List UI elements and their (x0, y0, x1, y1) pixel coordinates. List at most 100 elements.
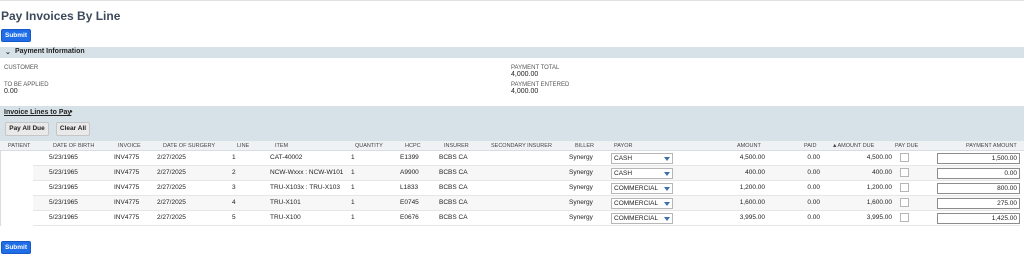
hcpc-cell: A9900 (400, 169, 419, 176)
col-hcpc[interactable]: HCPC (405, 143, 421, 149)
line-cell: 3 (232, 184, 236, 191)
paid-cell: 0.00 (807, 199, 820, 206)
col-insurer[interactable]: INSURER (444, 143, 469, 149)
payment-amount-input[interactable]: 1,500.00 (937, 153, 1020, 164)
payor-select[interactable]: COMMERCIAL (611, 213, 673, 224)
payment-amount-input[interactable]: 0.00 (937, 168, 1020, 179)
col-quantity[interactable]: QUANTITY (355, 143, 383, 149)
payor-value: COMMERCIAL (614, 215, 659, 222)
col-pay-due[interactable]: PAY DUE (895, 143, 918, 149)
amount-cell: 400.00 (745, 169, 765, 176)
col-item[interactable]: ITEM (275, 143, 288, 149)
chevron-down-icon: ⌄ (5, 49, 11, 56)
amount-cell: 3,995.00 (739, 214, 765, 221)
insurer-cell: BCBS CA (439, 169, 468, 176)
line-cell: 4 (232, 199, 236, 206)
payment-amount-input[interactable]: 275.00 (937, 198, 1020, 209)
pay-due-checkbox[interactable] (900, 153, 909, 162)
hcpc-cell: L1833 (400, 184, 419, 191)
customer-label: CUSTOMER (4, 65, 39, 71)
chevron-down-icon (664, 172, 670, 176)
dob-cell: 5/23/1965 (49, 169, 78, 176)
insurer-cell: BCBS CA (439, 184, 468, 191)
dob-cell: 5/23/1965 (49, 184, 78, 191)
col-payor[interactable]: PAYOR (614, 143, 632, 149)
biller-cell: Synergy (569, 169, 593, 176)
amount-due-cell: 1,200.00 (866, 184, 892, 191)
col-amount[interactable]: AMOUNT (737, 143, 761, 149)
invoice-lines-title: Invoice Lines to Pay (4, 109, 72, 116)
payment-entered-value: 4,000.00 (511, 88, 539, 95)
payor-select[interactable]: CASH (611, 168, 673, 179)
biller-cell: Synergy (569, 214, 593, 221)
top-divider (0, 0, 1024, 1)
payor-select[interactable]: COMMERCIAL (611, 198, 673, 209)
quantity-cell: 1 (351, 184, 355, 191)
table-row: 5/23/1965 INV4775 2/27/2025 1 CAT-40002 … (33, 151, 1020, 166)
payor-value: CASH (614, 170, 633, 177)
payment-info-title: Payment Information (15, 48, 85, 55)
item-cell: TRU-X101 (270, 199, 301, 206)
amount-due-cell: 400.00 (872, 169, 892, 176)
amount-cell: 4,500.00 (739, 154, 765, 161)
to-be-applied-value: 0.00 (4, 88, 18, 95)
surgery-date-cell: 2/27/2025 (157, 184, 186, 191)
table-row: 5/23/1965 INV4775 2/27/2025 3 TRU-X103x … (33, 181, 1020, 196)
submit-button-bottom[interactable]: Submit (1, 241, 31, 254)
paid-cell: 0.00 (807, 169, 820, 176)
payment-total-value: 4,000.00 (511, 71, 539, 78)
invoice-cell: INV4775 (114, 169, 140, 176)
payor-value: COMMERCIAL (614, 185, 659, 192)
surgery-date-cell: 2/27/2025 (157, 199, 186, 206)
col-amount-due[interactable]: ▲AMOUNT DUE (832, 143, 874, 149)
submit-button-top[interactable]: Submit (1, 29, 31, 42)
amount-cell: 1,600.00 (739, 199, 765, 206)
patient-column-strip (0, 151, 33, 226)
col-biller[interactable]: BILLER (575, 143, 594, 149)
table-row: 5/23/1965 INV4775 2/27/2025 5 TRU-X100 1… (33, 211, 1020, 226)
col-secondary-insurer[interactable]: SECONDARY INSURER (491, 143, 552, 149)
table-row: 5/23/1965 INV4775 2/27/2025 2 NCW-Wxxx :… (33, 166, 1020, 181)
dob-cell: 5/23/1965 (49, 199, 78, 206)
clear-all-button[interactable]: Clear All (56, 122, 90, 136)
col-date-of-birth[interactable]: DATE OF BIRTH (53, 143, 94, 149)
insurer-cell: BCBS CA (439, 214, 468, 221)
hcpc-cell: E0745 (400, 199, 419, 206)
paid-cell: 0.00 (807, 184, 820, 191)
required-marker: • (70, 109, 73, 116)
pay-due-checkbox[interactable] (900, 168, 909, 177)
col-invoice[interactable]: INVOICE (118, 143, 141, 149)
insurer-cell: BCBS CA (439, 199, 468, 206)
col-patient[interactable]: PATIENT (8, 143, 30, 149)
chevron-down-icon (664, 187, 670, 191)
item-cell: CAT-40002 (270, 154, 303, 161)
col-line[interactable]: LINE (237, 143, 249, 149)
payor-value: CASH (614, 155, 633, 162)
col-paid[interactable]: PAID (804, 143, 816, 149)
quantity-cell: 1 (351, 169, 355, 176)
hcpc-cell: E0676 (400, 214, 419, 221)
insurer-cell: BCBS CA (439, 154, 468, 161)
invoice-cell: INV4775 (114, 214, 140, 221)
payor-select[interactable]: COMMERCIAL (611, 183, 673, 194)
amount-cell: 1,200.00 (739, 184, 765, 191)
pay-due-checkbox[interactable] (900, 183, 909, 192)
chevron-down-icon (664, 217, 670, 221)
pay-due-checkbox[interactable] (900, 198, 909, 207)
table-row: 5/23/1965 INV4775 2/27/2025 4 TRU-X101 1… (33, 196, 1020, 211)
amount-due-cell: 1,600.00 (866, 199, 892, 206)
pay-due-checkbox[interactable] (900, 213, 909, 222)
line-cell: 5 (232, 214, 236, 221)
pay-all-due-button[interactable]: Pay All Due (5, 122, 49, 136)
surgery-date-cell: 2/27/2025 (157, 169, 186, 176)
surgery-date-cell: 2/27/2025 (157, 154, 186, 161)
item-cell: TRU-X103x : TRU-X103 (270, 184, 340, 191)
payor-select[interactable]: CASH (611, 153, 673, 164)
payment-amount-input[interactable]: 800.00 (937, 183, 1020, 194)
payment-info-header[interactable]: ⌄ Payment Information (0, 47, 1024, 58)
col-date-of-surgery[interactable]: DATE OF SURGERY (163, 143, 215, 149)
quantity-cell: 1 (351, 214, 355, 221)
col-payment-amount[interactable]: PAYMENT AMOUNT (966, 143, 1017, 149)
surgery-date-cell: 2/27/2025 (157, 214, 186, 221)
payment-amount-input[interactable]: 1,425.00 (937, 213, 1020, 224)
